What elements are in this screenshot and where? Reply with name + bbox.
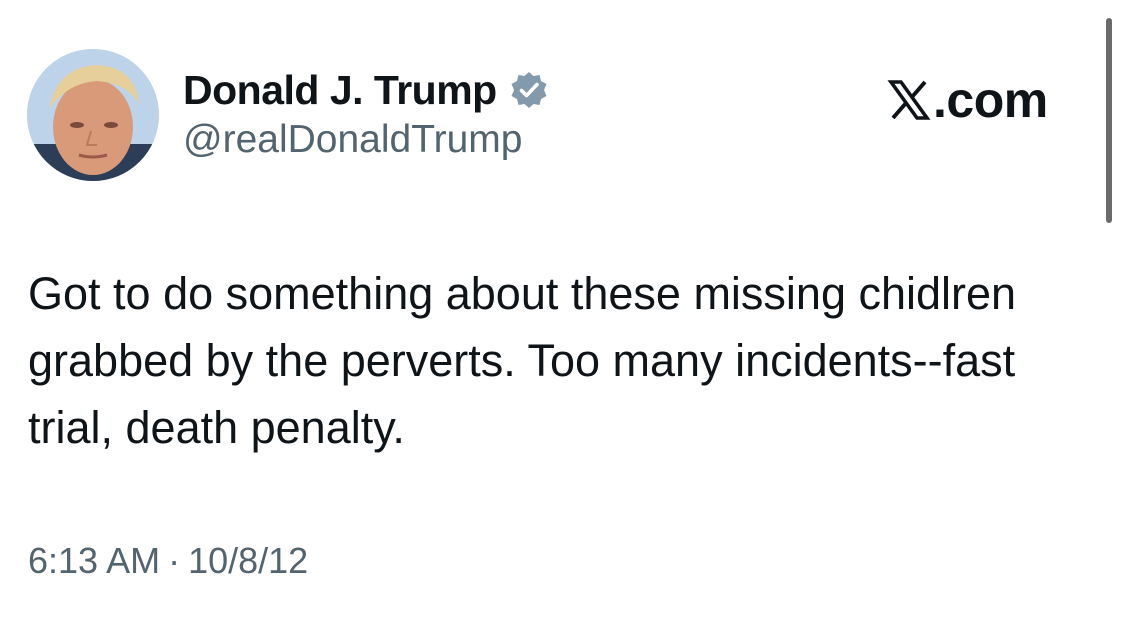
tweet-text: Got to do something about these missing … xyxy=(28,268,1017,453)
brand-watermark: .com xyxy=(887,70,1048,130)
tweet-timestamp: 6:13 AM · 10/8/12 xyxy=(28,540,308,582)
author-handle[interactable]: @realDonaldTrump xyxy=(183,118,522,162)
x-logo-icon xyxy=(887,80,931,120)
brand-label: .com xyxy=(933,72,1048,128)
timestamp-separator: · xyxy=(168,540,181,581)
tweet-date[interactable]: 10/8/12 xyxy=(188,540,308,581)
tweet-time[interactable]: 6:13 AM xyxy=(28,540,160,581)
scrollbar[interactable] xyxy=(1106,18,1112,223)
profile-photo xyxy=(27,49,159,181)
verified-badge-icon[interactable] xyxy=(509,70,549,110)
avatar[interactable] xyxy=(27,49,159,181)
author-display-name[interactable]: Donald J. Trump xyxy=(183,67,497,114)
author-name-row: Donald J. Trump xyxy=(183,64,549,116)
